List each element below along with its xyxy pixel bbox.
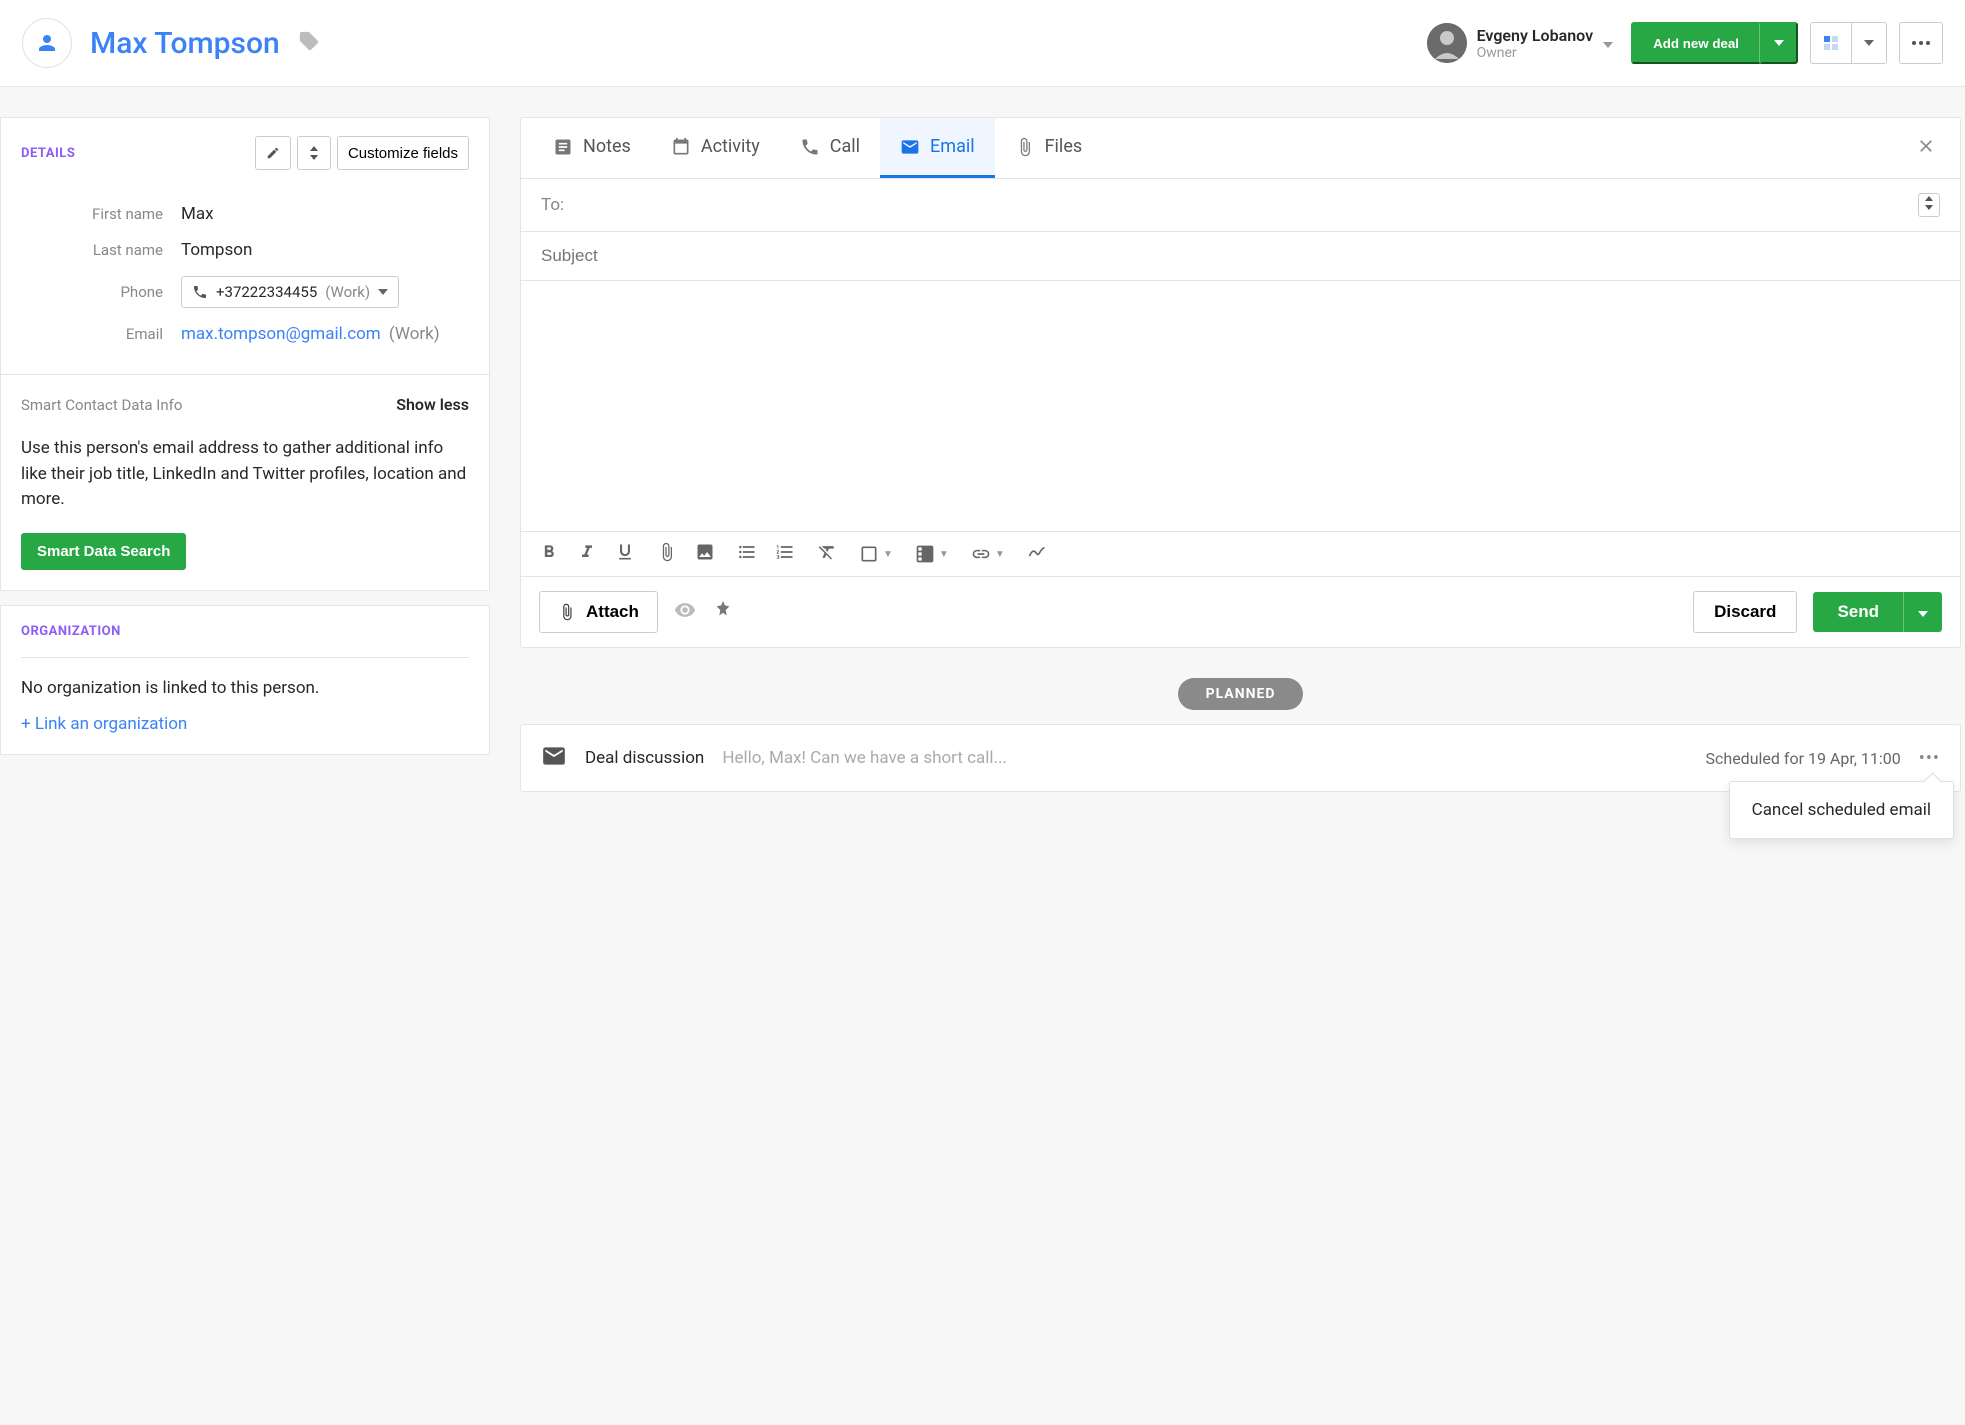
link-deal-button[interactable]: ▼: [971, 544, 1005, 564]
attach-button[interactable]: Attach: [539, 591, 658, 633]
close-compose-button[interactable]: [1904, 124, 1948, 172]
contact-avatar: [22, 18, 72, 68]
owner-selector[interactable]: Evgeny Lobanov Owner: [1427, 23, 1614, 63]
template-button[interactable]: ▼: [859, 544, 893, 564]
organization-empty-text: No organization is linked to this person…: [21, 678, 469, 698]
smart-data-title: Smart Contact Data Info: [21, 396, 396, 414]
visibility-button[interactable]: [674, 599, 696, 625]
person-icon: [35, 31, 59, 55]
underline-button[interactable]: [615, 542, 635, 566]
attach-toolbar-button[interactable]: [657, 542, 677, 566]
more-actions-button[interactable]: [1899, 22, 1943, 64]
phone-selector[interactable]: +37222334455 (Work): [181, 276, 399, 308]
send-button[interactable]: Send: [1813, 592, 1903, 632]
calendar-icon: [671, 137, 691, 157]
timeline-item-title: Deal discussion: [585, 748, 704, 768]
smart-data-toggle[interactable]: Show less: [396, 395, 469, 414]
phone-icon: [192, 284, 208, 300]
phone-number: +37222334455: [216, 283, 317, 301]
timeline-item-menu[interactable]: •••: [1919, 748, 1940, 769]
tab-email[interactable]: Email: [880, 118, 995, 178]
sort-icon: [1923, 196, 1935, 210]
page-title[interactable]: Max Tompson: [90, 26, 280, 61]
subject-input[interactable]: [541, 246, 1940, 266]
first-name-label: First name: [21, 205, 163, 223]
email-type: (Work): [389, 324, 440, 344]
organization-title: ORGANIZATION: [21, 624, 469, 639]
number-list-button[interactable]: [775, 542, 795, 566]
email-body-editor[interactable]: [521, 281, 1960, 531]
email-label: Email: [21, 325, 163, 343]
attachment-icon: [558, 603, 576, 621]
add-deal-dropdown[interactable]: [1760, 22, 1798, 64]
chevron-down-icon: [378, 289, 388, 295]
close-icon: [1916, 136, 1936, 156]
owner-name: Evgeny Lobanov: [1477, 26, 1594, 45]
clear-format-button[interactable]: [817, 542, 837, 566]
format-toolbar: ▼ ▼ ▼: [521, 531, 1960, 576]
phone-type: (Work): [325, 283, 370, 301]
fields-button[interactable]: ▼: [915, 544, 949, 564]
attachment-icon: [1015, 137, 1035, 157]
last-name-label: Last name: [21, 241, 163, 259]
owner-role: Owner: [1477, 45, 1594, 61]
bold-button[interactable]: [539, 542, 559, 566]
to-input[interactable]: [574, 195, 1918, 215]
timeline-item-preview: Hello, Max! Can we have a short call...: [722, 748, 1007, 768]
edit-details-button[interactable]: [255, 136, 291, 170]
owner-avatar: [1427, 23, 1467, 63]
timeline-item[interactable]: Deal discussion Hello, Max! Can we have …: [520, 724, 1961, 792]
expand-recipients-button[interactable]: [1918, 193, 1940, 217]
first-name-value[interactable]: Max: [181, 204, 214, 224]
link-organization-button[interactable]: + Link an organization: [21, 714, 187, 734]
to-label: To:: [541, 195, 564, 215]
email-icon: [541, 743, 567, 773]
email-value[interactable]: max.tompson@gmail.com: [181, 324, 381, 344]
notes-icon: [553, 137, 573, 157]
pencil-icon: [266, 146, 280, 160]
add-deal-button[interactable]: Add new deal: [1631, 22, 1760, 64]
send-dropdown-button[interactable]: [1903, 592, 1942, 632]
cancel-scheduled-popover[interactable]: Cancel scheduled email: [1729, 781, 1954, 839]
smart-data-search-button[interactable]: Smart Data Search: [21, 533, 186, 570]
view-dropdown-button[interactable]: [1851, 22, 1887, 64]
reorder-details-button[interactable]: [297, 136, 331, 170]
details-title: DETAILS: [21, 146, 249, 161]
timeline-item-date: Scheduled for 19 Apr, 11:00: [1706, 749, 1901, 768]
sort-icon: [308, 146, 320, 160]
chevron-down-icon: [1603, 34, 1613, 52]
italic-button[interactable]: [577, 542, 597, 566]
email-icon: [900, 137, 920, 157]
tracking-button[interactable]: [712, 599, 734, 625]
tab-files[interactable]: Files: [995, 118, 1103, 178]
tab-notes[interactable]: Notes: [533, 118, 651, 178]
customize-fields-button[interactable]: Customize fields: [337, 136, 469, 170]
phone-label: Phone: [21, 283, 163, 301]
signature-button[interactable]: [1027, 542, 1047, 566]
planned-badge: PLANNED: [1178, 678, 1304, 710]
tab-call[interactable]: Call: [780, 118, 880, 178]
smart-data-description: Use this person's email address to gathe…: [21, 436, 469, 513]
last-name-value[interactable]: Tompson: [181, 240, 252, 260]
view-grid-button[interactable]: [1810, 22, 1851, 64]
bullet-list-button[interactable]: [737, 542, 757, 566]
discard-button[interactable]: Discard: [1693, 591, 1797, 633]
tab-activity[interactable]: Activity: [651, 118, 780, 178]
image-button[interactable]: [695, 542, 715, 566]
tag-icon[interactable]: [298, 30, 320, 56]
phone-icon: [800, 137, 820, 157]
